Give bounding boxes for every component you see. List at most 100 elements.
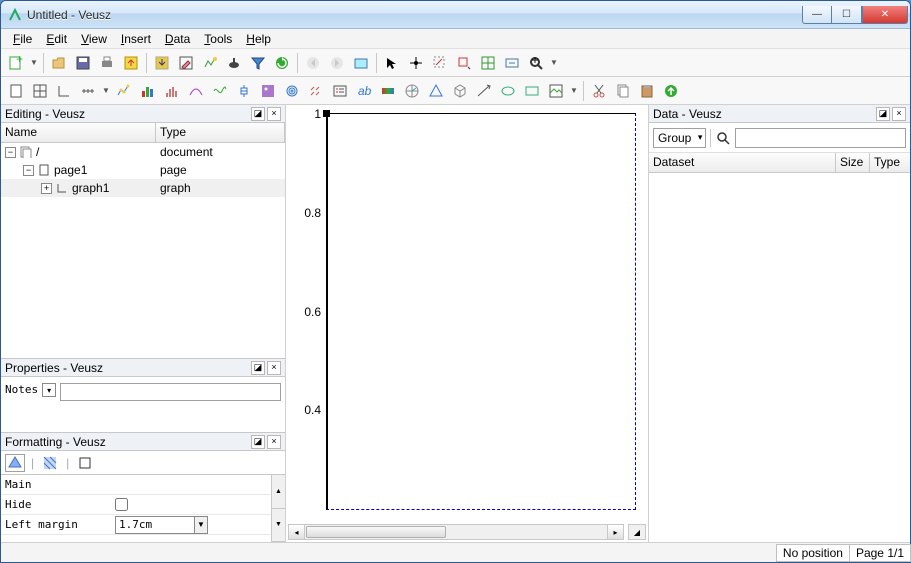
next-page-button[interactable] [326, 52, 348, 74]
data-search-input[interactable] [735, 128, 906, 148]
zoom-graph-button[interactable] [429, 52, 451, 74]
menu-edit[interactable]: Edit [40, 31, 73, 47]
menu-insert[interactable]: Insert [115, 31, 157, 47]
add-axis-dropdown[interactable]: ▼ [101, 86, 111, 95]
reset-zoom-button[interactable] [501, 52, 523, 74]
open-button[interactable] [48, 52, 70, 74]
tree-row-root[interactable]: − / document [1, 143, 285, 161]
notes-input[interactable] [60, 383, 281, 401]
add-image-button[interactable] [257, 80, 279, 102]
properties-close-button[interactable]: × [267, 361, 281, 375]
canvas-corner-button[interactable]: ◢ [628, 524, 646, 540]
tree-col-name[interactable]: Name [1, 123, 156, 142]
data-float-button[interactable]: ◪ [876, 107, 890, 121]
menu-data[interactable]: Data [159, 31, 196, 47]
expand-icon[interactable]: − [5, 147, 16, 158]
left-margin-combo-button[interactable]: ▼ [194, 516, 208, 534]
hide-checkbox[interactable] [115, 498, 128, 511]
menu-view[interactable]: View [75, 31, 113, 47]
add-function-button[interactable] [209, 80, 231, 102]
properties-float-button[interactable]: ◪ [251, 361, 265, 375]
print-button[interactable] [96, 52, 118, 74]
add-xy-button[interactable] [113, 80, 135, 102]
add-fit-button[interactable] [185, 80, 207, 102]
export-button[interactable] [120, 52, 142, 74]
format-tab-main[interactable] [5, 454, 25, 472]
add-rect-button[interactable] [521, 80, 543, 102]
add-page-button[interactable] [5, 80, 27, 102]
add-vectorfield-button[interactable] [305, 80, 327, 102]
data-close-button[interactable]: × [892, 107, 906, 121]
cut-button[interactable] [588, 80, 610, 102]
zoom-menu-button[interactable]: + [525, 52, 547, 74]
left-margin-input[interactable] [115, 516, 195, 534]
add-ellipse-button[interactable] [497, 80, 519, 102]
paste-button[interactable] [636, 80, 658, 102]
add-graph-button[interactable] [53, 80, 75, 102]
add-axis-button[interactable] [77, 80, 99, 102]
tree-row-page[interactable]: − page1 page [1, 161, 285, 179]
add-bar-button[interactable] [137, 80, 159, 102]
scroll-right-button[interactable]: ▸ [607, 525, 623, 539]
add-polar-button[interactable] [401, 80, 423, 102]
add-line-button[interactable] [473, 80, 495, 102]
add-label-button[interactable]: ab [353, 80, 375, 102]
menu-tools[interactable]: Tools [198, 31, 238, 47]
save-button[interactable] [72, 52, 94, 74]
notes-dropdown-button[interactable]: ▾ [42, 383, 56, 397]
add-shape-dropdown[interactable]: ▼ [569, 86, 579, 95]
tree-row-graph[interactable]: + graph1 graph [1, 179, 285, 197]
edit-data-button[interactable] [175, 52, 197, 74]
expand-icon[interactable]: + [41, 183, 52, 194]
formatting-float-button[interactable]: ◪ [251, 435, 265, 449]
move-up-button[interactable] [660, 80, 682, 102]
plot-canvas[interactable]: 1 0.8 0.6 0.4 [288, 107, 646, 540]
graph-frame[interactable]: 1 0.8 0.6 0.4 [326, 113, 636, 510]
prev-page-button[interactable] [302, 52, 324, 74]
add-key-button[interactable] [329, 80, 351, 102]
menu-help[interactable]: Help [240, 31, 277, 47]
add-contour-button[interactable] [281, 80, 303, 102]
format-tab-border[interactable] [75, 454, 95, 472]
import-data-button[interactable] [151, 52, 173, 74]
format-tab-bg[interactable] [40, 454, 60, 472]
format-scroll[interactable]: ▲ ▼ [271, 475, 285, 542]
scroll-left-button[interactable]: ◂ [289, 525, 305, 539]
minimize-button[interactable]: — [802, 6, 832, 24]
scroll-down-button[interactable]: ▼ [272, 509, 285, 543]
scroll-thumb[interactable] [306, 526, 446, 538]
editing-close-button[interactable]: × [267, 107, 281, 121]
zoom-dropdown[interactable]: ▼ [549, 58, 559, 67]
copy-button[interactable] [612, 80, 634, 102]
data-col-dataset[interactable]: Dataset [649, 153, 836, 172]
new-doc-button[interactable]: + [5, 52, 27, 74]
tree-col-type[interactable]: Type [156, 123, 285, 142]
scroll-up-button[interactable]: ▲ [272, 475, 285, 509]
create-data-button[interactable] [199, 52, 221, 74]
data-table-body[interactable] [649, 173, 910, 542]
add-histogram-button[interactable] [161, 80, 183, 102]
add-grid-button[interactable] [29, 80, 51, 102]
recenter-button[interactable] [477, 52, 499, 74]
data-col-type[interactable]: Type [870, 153, 910, 172]
data-col-size[interactable]: Size [836, 153, 870, 172]
select-tool-button[interactable] [381, 52, 403, 74]
expand-icon[interactable]: − [23, 165, 34, 176]
add-colorbar-button[interactable] [377, 80, 399, 102]
editing-float-button[interactable]: ◪ [251, 107, 265, 121]
add-imagefile-button[interactable] [545, 80, 567, 102]
menu-file[interactable]: File [7, 31, 38, 47]
new-doc-dropdown[interactable]: ▼ [29, 58, 39, 67]
formatting-close-button[interactable]: × [267, 435, 281, 449]
view-fullscreen-button[interactable] [350, 52, 372, 74]
maximize-button[interactable]: ☐ [832, 6, 862, 24]
close-button[interactable]: ✕ [862, 6, 908, 24]
add-3d-button[interactable] [449, 80, 471, 102]
filter-data-button[interactable] [247, 52, 269, 74]
read-point-button[interactable] [405, 52, 427, 74]
zoom-out-graph-button[interactable] [453, 52, 475, 74]
tree-body[interactable]: − / document − page1 page [1, 143, 285, 358]
add-boxplot-button[interactable] [233, 80, 255, 102]
add-ternary-button[interactable] [425, 80, 447, 102]
reload-data-button[interactable] [271, 52, 293, 74]
